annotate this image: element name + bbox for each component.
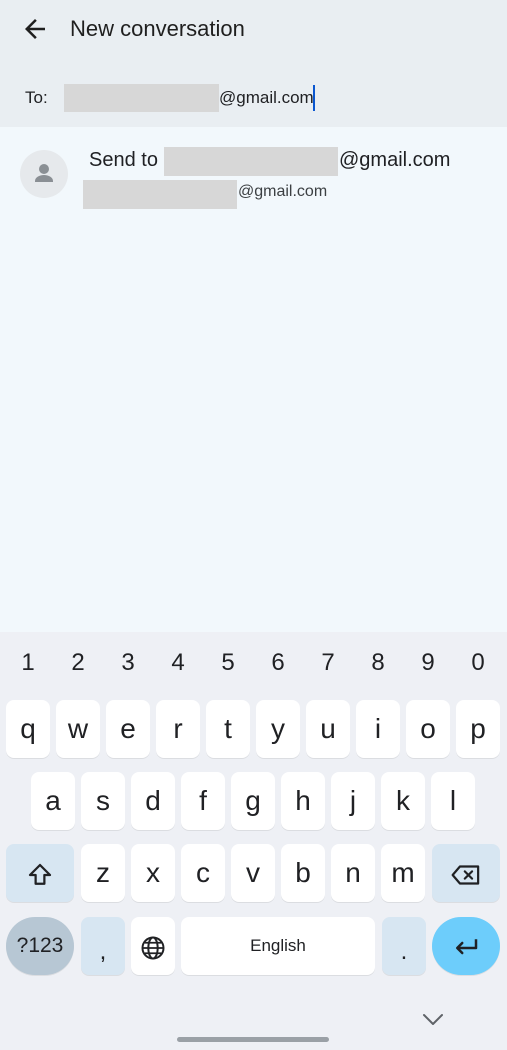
- comma-key[interactable]: ,: [81, 917, 125, 975]
- key-m[interactable]: m: [381, 844, 425, 902]
- key-j[interactable]: j: [331, 772, 375, 830]
- key-q[interactable]: q: [6, 700, 50, 758]
- key-l[interactable]: l: [431, 772, 475, 830]
- key-u[interactable]: u: [306, 700, 350, 758]
- number-row: 1 2 3 4 5 6 7 8 9 0: [0, 646, 507, 680]
- key-k[interactable]: k: [381, 772, 425, 830]
- key-s[interactable]: s: [81, 772, 125, 830]
- key-a[interactable]: a: [31, 772, 75, 830]
- key-5[interactable]: 5: [203, 646, 253, 680]
- page-title: New conversation: [70, 16, 245, 41]
- enter-key[interactable]: [432, 917, 500, 975]
- key-3[interactable]: 3: [103, 646, 153, 680]
- key-4[interactable]: 4: [153, 646, 203, 680]
- shift-icon: [28, 863, 52, 885]
- key-8[interactable]: 8: [353, 646, 403, 680]
- suggestions-area: Send to @gmail.com @gmail.com: [0, 127, 507, 632]
- key-v[interactable]: v: [231, 844, 275, 902]
- key-r[interactable]: r: [156, 700, 200, 758]
- app-header: New conversation To: @gmail.com: [0, 0, 507, 127]
- space-bar[interactable]: English: [181, 917, 375, 975]
- secondary-domain: @gmail.com: [238, 183, 328, 200]
- enter-icon: [456, 938, 478, 954]
- backspace-icon: [451, 865, 480, 885]
- avatar: [20, 150, 68, 198]
- key-o[interactable]: o: [406, 700, 450, 758]
- navigation-handle[interactable]: [177, 1037, 329, 1042]
- text-cursor: [313, 85, 315, 111]
- backspace-key[interactable]: [432, 844, 500, 902]
- chevron-down-icon[interactable]: [420, 1008, 446, 1030]
- recipient-input[interactable]: @gmail.com: [219, 86, 314, 110]
- key-9[interactable]: 9: [403, 646, 453, 680]
- key-7[interactable]: 7: [303, 646, 353, 680]
- key-h[interactable]: h: [281, 772, 325, 830]
- redacted-recipient: [64, 84, 219, 112]
- period-key[interactable]: .: [382, 917, 426, 975]
- shift-key[interactable]: [6, 844, 74, 902]
- key-w[interactable]: w: [56, 700, 100, 758]
- key-0[interactable]: 0: [453, 646, 503, 680]
- key-i[interactable]: i: [356, 700, 400, 758]
- key-1[interactable]: 1: [3, 646, 53, 680]
- back-arrow-icon[interactable]: [20, 14, 50, 44]
- send-to-label: Send to: [89, 149, 158, 171]
- key-6[interactable]: 6: [253, 646, 303, 680]
- on-screen-keyboard: 1 2 3 4 5 6 7 8 9 0 q w e r t y u i o p …: [0, 632, 507, 1050]
- redacted-email: [164, 147, 338, 176]
- key-d[interactable]: d: [131, 772, 175, 830]
- key-t[interactable]: t: [206, 700, 250, 758]
- language-key[interactable]: [131, 917, 175, 975]
- to-label: To:: [25, 88, 48, 107]
- person-icon: [35, 164, 53, 182]
- send-to-domain: @gmail.com: [339, 149, 451, 171]
- symbols-key[interactable]: ?123: [6, 917, 74, 975]
- key-p[interactable]: p: [456, 700, 500, 758]
- key-2[interactable]: 2: [53, 646, 103, 680]
- key-y[interactable]: y: [256, 700, 300, 758]
- key-z[interactable]: z: [81, 844, 125, 902]
- key-e[interactable]: e: [106, 700, 150, 758]
- redacted-email-secondary: [83, 180, 237, 209]
- key-x[interactable]: x: [131, 844, 175, 902]
- key-b[interactable]: b: [281, 844, 325, 902]
- globe-icon: [141, 936, 165, 960]
- key-f[interactable]: f: [181, 772, 225, 830]
- key-g[interactable]: g: [231, 772, 275, 830]
- key-n[interactable]: n: [331, 844, 375, 902]
- key-c[interactable]: c: [181, 844, 225, 902]
